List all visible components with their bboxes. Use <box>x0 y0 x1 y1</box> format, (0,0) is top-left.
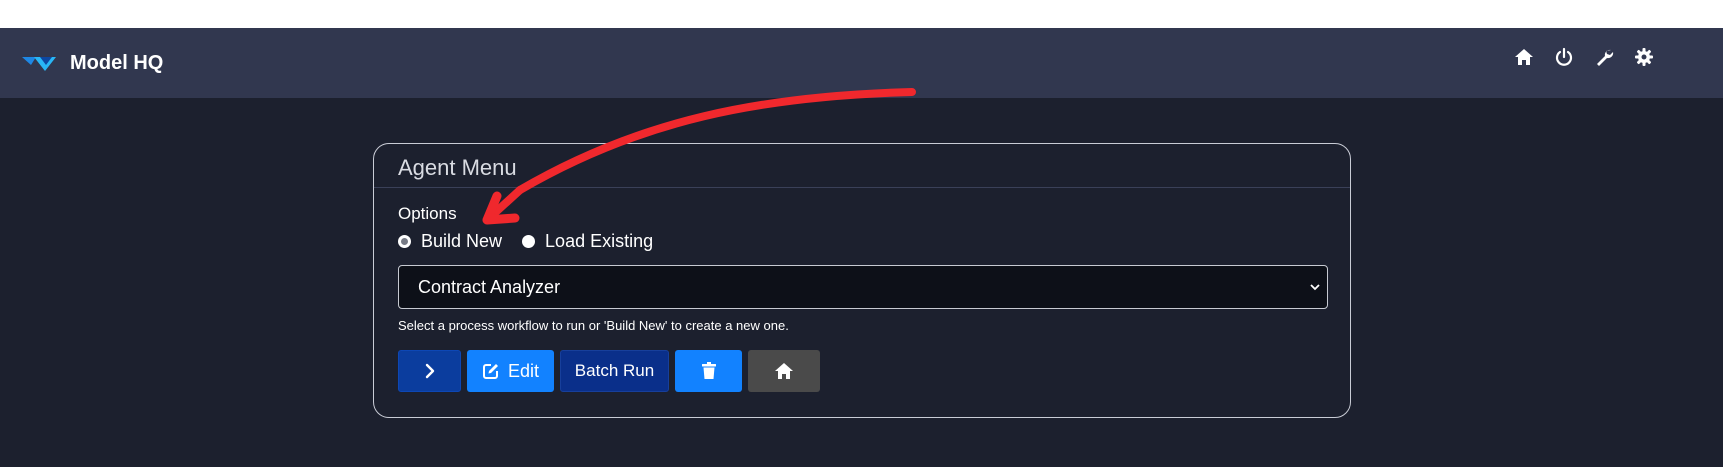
gear-icon[interactable] <box>1630 43 1658 71</box>
options-radio-group: Build New Load Existing <box>398 231 1326 251</box>
topbar-icon-group <box>1510 43 1658 71</box>
edit-button-label: Edit <box>507 360 540 381</box>
options-label: Options <box>398 204 457 223</box>
home-icon <box>775 363 793 379</box>
app-window: Model HQ Agent Menu Options Build New Lo… <box>0 28 1723 467</box>
chevron-down-icon <box>1310 284 1320 291</box>
home-icon[interactable] <box>1510 43 1538 71</box>
action-button-row: Edit Batch Run <box>398 350 1326 392</box>
card-body: Options Build New Load Existing Contract… <box>374 188 1350 392</box>
workflow-select[interactable]: Contract Analyzer <box>398 265 1328 309</box>
workflow-help-text: Select a process workflow to run or 'Bui… <box>398 318 789 333</box>
power-icon[interactable] <box>1550 43 1578 71</box>
batch-run-button[interactable]: Batch Run <box>560 350 669 392</box>
radio-indicator-checked[interactable] <box>398 234 411 248</box>
wrench-icon[interactable] <box>1590 43 1618 71</box>
app-title: Model HQ <box>70 51 164 74</box>
home-button[interactable] <box>748 350 820 392</box>
load-existing-label: Load Existing <box>545 230 654 251</box>
delete-button[interactable] <box>675 350 742 392</box>
agent-menu-card: Agent Menu Options Build New Load Existi… <box>373 143 1351 418</box>
model-hq-logo-icon <box>22 57 56 71</box>
load-existing-radio[interactable]: Load Existing <box>522 231 653 252</box>
trash-icon <box>701 362 716 379</box>
radio-indicator[interactable] <box>522 234 536 248</box>
card-title: Agent Menu <box>374 144 1350 188</box>
build-new-radio[interactable]: Build New <box>398 231 502 252</box>
build-new-label: Build New <box>421 230 503 251</box>
brand[interactable]: Model HQ <box>22 45 163 81</box>
edit-icon <box>482 364 498 379</box>
run-button[interactable] <box>398 350 461 392</box>
workflow-select-value: Contract Analyzer <box>418 276 561 297</box>
edit-button[interactable]: Edit <box>467 350 554 392</box>
chevron-right-icon <box>425 363 434 379</box>
top-navbar: Model HQ <box>0 28 1723 98</box>
